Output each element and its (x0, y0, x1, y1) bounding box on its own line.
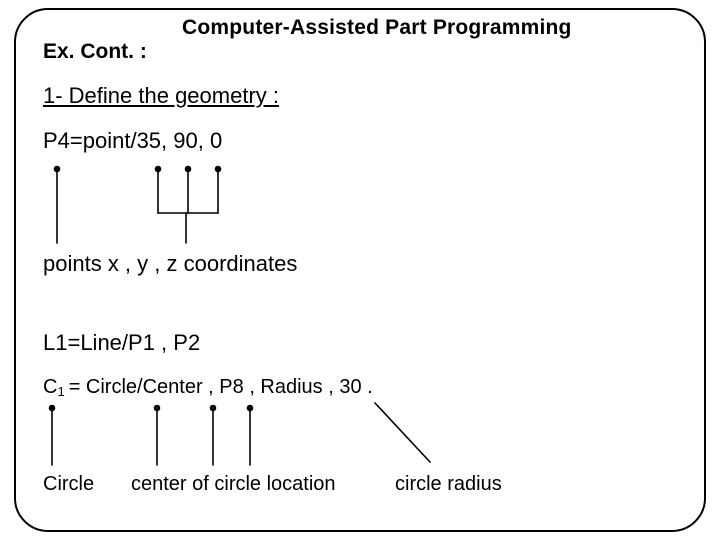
l1-definition: L1=Line/P1 , P2 (43, 330, 200, 356)
p4-definition: P4=point/35, 90, 0 (43, 128, 222, 154)
page-title: Computer-Assisted Part Programming (182, 16, 572, 40)
step-1-heading: 1- Define the geometry : (43, 83, 279, 109)
c1-subscript: 1 (57, 384, 64, 399)
c1-definition: C1= Circle/Center , P8 , Radius , 30 . (43, 376, 373, 399)
c1-c: C (43, 376, 57, 398)
label-radius: circle radius (395, 473, 502, 496)
label-center: center of circle location (131, 473, 336, 496)
c1-rest: = Circle/Center , P8 , Radius , 30 . (65, 376, 373, 398)
xyz-caption: points x , y , z coordinates (43, 251, 297, 277)
label-circle: Circle (43, 473, 94, 496)
example-continued: Ex. Cont. : (43, 40, 147, 64)
